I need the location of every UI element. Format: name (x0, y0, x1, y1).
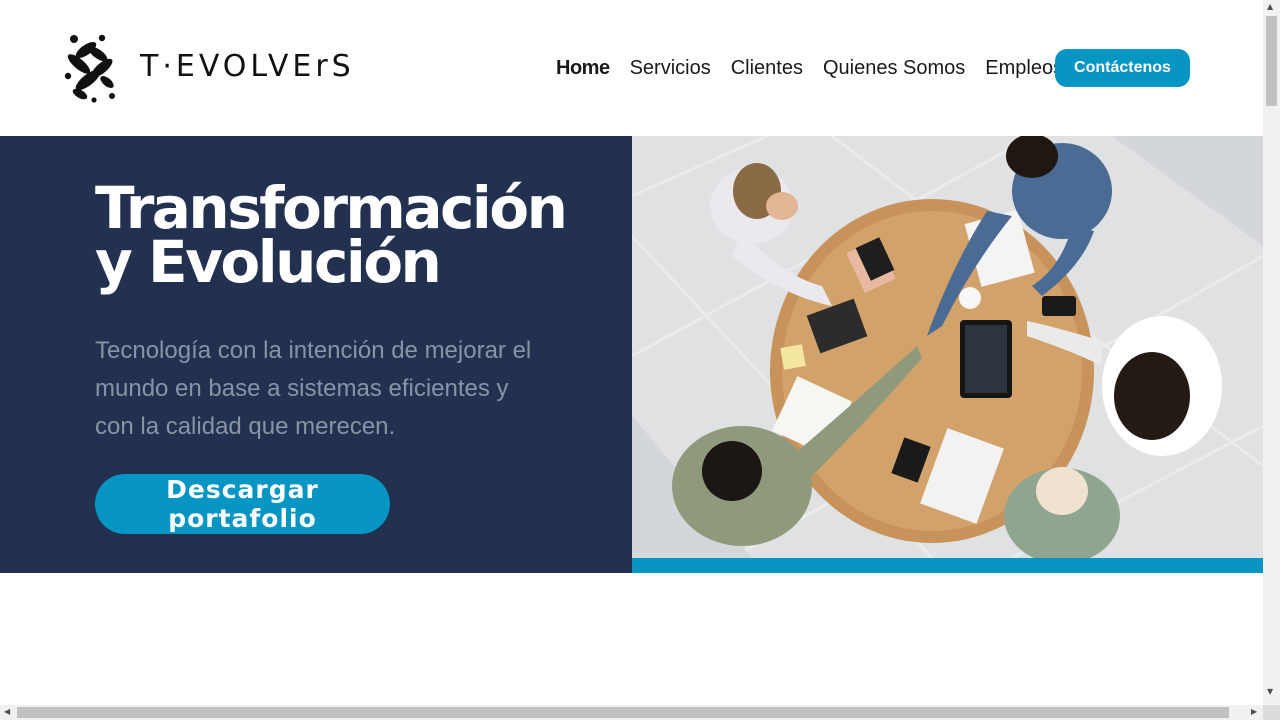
horizontal-scrollbar[interactable]: ◀ ▶ (0, 705, 1263, 720)
hero-section: Transformación y Evolución Tecnología co… (0, 136, 632, 573)
t-evolvers-logo-icon (64, 34, 115, 103)
site-header: T·EVOLVErS Home Servicios Clientes Quien… (0, 0, 1263, 136)
scrollbar-corner (1263, 705, 1280, 720)
hero-title-line-2: y Evolución (95, 228, 442, 296)
vertical-scrollbar-thumb[interactable] (1266, 16, 1277, 106)
nav-item-home[interactable]: Home (556, 57, 610, 80)
page: T·EVOLVErS Home Servicios Clientes Quien… (0, 0, 1263, 705)
nav-item-quienes-somos[interactable]: Quienes Somos (823, 57, 965, 80)
download-portfolio-button[interactable]: Descargar portafolio (95, 474, 390, 534)
chevron-left-icon[interactable]: ◀ (4, 708, 10, 716)
hero-image-team-meeting (632, 136, 1263, 558)
vertical-scrollbar[interactable]: ▲ ▼ (1263, 0, 1280, 705)
hero-image-accent-strip (632, 558, 1263, 573)
contact-button[interactable]: Contáctenos (1055, 49, 1190, 87)
chevron-up-icon[interactable]: ▲ (1267, 3, 1273, 11)
hero-title: Transformación y Evolución (95, 179, 615, 291)
hero-description: Tecnología con la intención de mejorar e… (95, 337, 532, 440)
team-meeting-illustration (632, 136, 1263, 558)
horizontal-scrollbar-thumb[interactable] (17, 707, 1229, 718)
logo-wordmark: T·EVOLVErS (140, 48, 355, 84)
chevron-down-icon[interactable]: ▼ (1267, 688, 1273, 696)
main-nav: Home Servicios Clientes Quienes Somos Em… (556, 49, 1083, 87)
site-logo[interactable]: T·EVOLVErS (62, 29, 355, 104)
nav-item-clientes[interactable]: Clientes (731, 57, 803, 80)
nav-item-empleos[interactable]: Empleos (985, 57, 1063, 80)
chevron-right-icon[interactable]: ▶ (1251, 708, 1257, 716)
nav-item-servicios[interactable]: Servicios (630, 57, 711, 80)
